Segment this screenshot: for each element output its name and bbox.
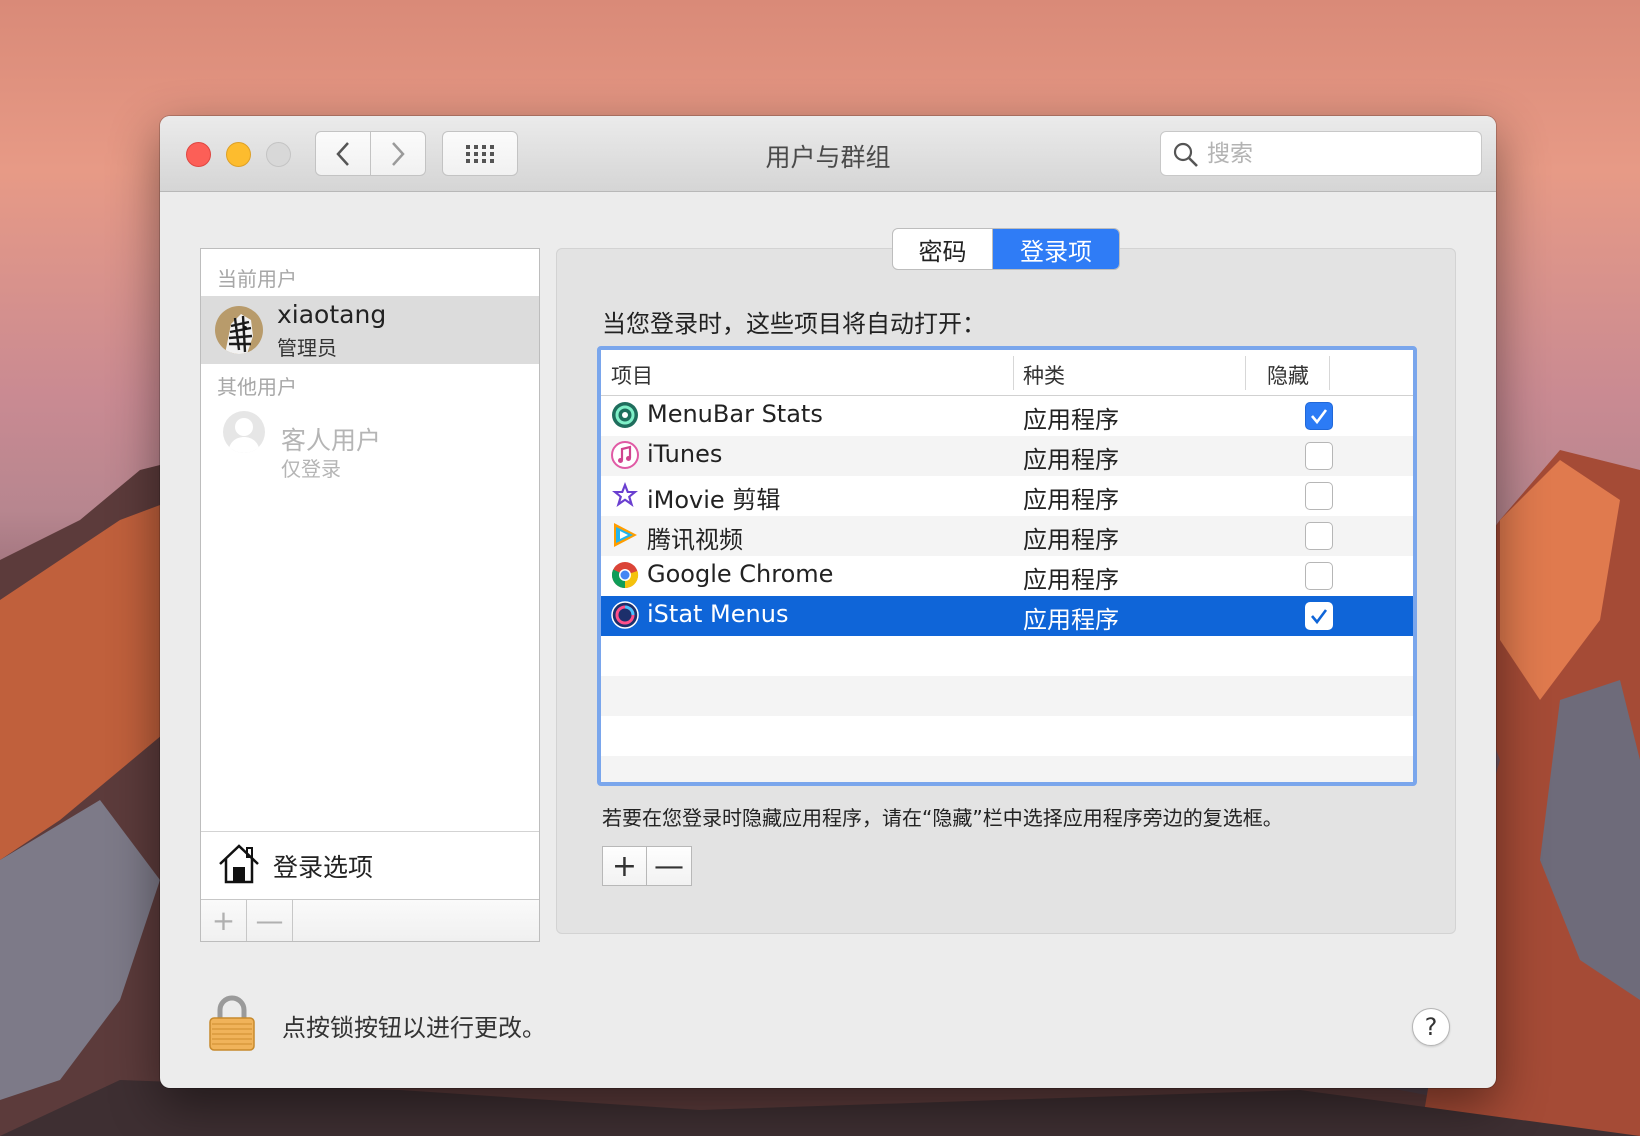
users-groups-window: 用户与群组 当前用户 xiaotang 管理员 其他用户 xyxy=(160,116,1496,1088)
menubar-stats-icon xyxy=(612,402,638,428)
table-row[interactable]: 腾讯视频 应用程序 xyxy=(601,516,1413,556)
item-name: iTunes xyxy=(647,440,723,468)
current-user-name: xiaotang xyxy=(277,300,387,329)
user-list: 当前用户 xiaotang 管理员 其他用户 客人用户 仅登录 登录选项 + — xyxy=(200,248,540,942)
search-field[interactable] xyxy=(1160,131,1482,176)
item-kind: 应用程序 xyxy=(1023,606,1119,634)
login-items-heading: 当您登录时，这些项目将自动打开： xyxy=(602,310,986,338)
checkmark-icon xyxy=(1311,609,1328,625)
avatar xyxy=(215,306,263,354)
item-kind: 应用程序 xyxy=(1023,446,1119,474)
item-kind: 应用程序 xyxy=(1023,486,1119,514)
hide-hint-text: 若要在您登录时隐藏应用程序，请在“隐藏”栏中选择应用程序旁边的复选框。 xyxy=(602,806,1283,830)
remove-login-item-button[interactable]: — xyxy=(647,847,691,885)
current-users-header: 当前用户 xyxy=(217,267,297,291)
item-kind: 应用程序 xyxy=(1023,406,1119,434)
empty-row xyxy=(601,716,1413,756)
empty-row xyxy=(601,636,1413,676)
tab-login-items[interactable]: 登录项 xyxy=(993,229,1119,269)
hide-checkbox[interactable] xyxy=(1305,482,1333,510)
item-kind: 应用程序 xyxy=(1023,526,1119,554)
column-kind[interactable]: 种类 xyxy=(1023,360,1065,390)
table-row[interactable]: MenuBar Stats 应用程序 xyxy=(601,396,1413,436)
itunes-icon xyxy=(611,441,639,469)
current-user-role: 管理员 xyxy=(277,336,337,360)
login-options-label: 登录选项 xyxy=(273,853,374,882)
imovie-icon xyxy=(612,482,638,507)
table-header: 项目 种类 隐藏 xyxy=(601,350,1413,396)
hide-checkbox[interactable] xyxy=(1305,522,1333,550)
lock-icon[interactable] xyxy=(206,992,258,1054)
tab-password[interactable]: 密码 xyxy=(893,229,993,269)
hide-checkbox[interactable] xyxy=(1305,602,1333,630)
item-name: 腾讯视频 xyxy=(647,526,743,554)
table-row[interactable]: iTunes 应用程序 xyxy=(601,436,1413,476)
column-item[interactable]: 项目 xyxy=(611,360,653,390)
lock-instruction-text: 点按锁按钮以进行更改。 xyxy=(282,1014,546,1042)
tencent-video-icon xyxy=(614,523,637,547)
item-name: MenuBar Stats xyxy=(647,400,823,428)
chrome-icon xyxy=(611,562,639,589)
titlebar: 用户与群组 xyxy=(160,116,1496,192)
guest-user-role: 仅登录 xyxy=(281,457,341,481)
istat-menus-icon xyxy=(611,601,639,629)
remove-user-button[interactable]: — xyxy=(247,900,293,941)
empty-row xyxy=(601,676,1413,716)
hide-checkbox[interactable] xyxy=(1305,442,1333,470)
add-user-button[interactable]: + xyxy=(201,900,247,941)
add-login-item-button[interactable]: + xyxy=(603,847,647,885)
table-row-selected[interactable]: iStat Menus 应用程序 xyxy=(601,596,1413,636)
hide-checkbox[interactable] xyxy=(1305,402,1333,430)
guest-avatar-icon xyxy=(223,411,265,453)
guest-user-name: 客人用户 xyxy=(281,426,382,455)
zebra-avatar-icon xyxy=(215,306,263,354)
user-row-current[interactable]: xiaotang 管理员 xyxy=(201,296,539,364)
item-kind: 应用程序 xyxy=(1023,566,1119,594)
search-icon xyxy=(1173,142,1198,167)
checkmark-icon xyxy=(1311,409,1328,425)
table-row[interactable]: Google Chrome 应用程序 xyxy=(601,556,1413,596)
empty-row xyxy=(601,756,1413,782)
search-input[interactable] xyxy=(1207,140,1467,168)
login-items-add-remove: + — xyxy=(602,846,692,886)
tab-bar: 密码 登录项 xyxy=(892,228,1120,270)
house-icon xyxy=(219,844,259,884)
column-hide[interactable]: 隐藏 xyxy=(1267,360,1309,390)
item-name: iStat Menus xyxy=(647,600,789,628)
item-name: Google Chrome xyxy=(647,560,834,588)
item-name: iMovie 剪辑 xyxy=(647,486,781,514)
table-row[interactable]: iMovie 剪辑 应用程序 xyxy=(601,476,1413,516)
help-button[interactable]: ? xyxy=(1412,1008,1450,1046)
other-users-header: 其他用户 xyxy=(217,375,297,399)
login-options-item[interactable]: 登录选项 xyxy=(201,831,539,899)
login-items-table: 项目 种类 隐藏 MenuBar Stats 应用程序 iTunes 应用程序 … xyxy=(597,346,1417,786)
hide-checkbox[interactable] xyxy=(1305,562,1333,590)
user-list-toolbar: + — xyxy=(201,899,539,941)
